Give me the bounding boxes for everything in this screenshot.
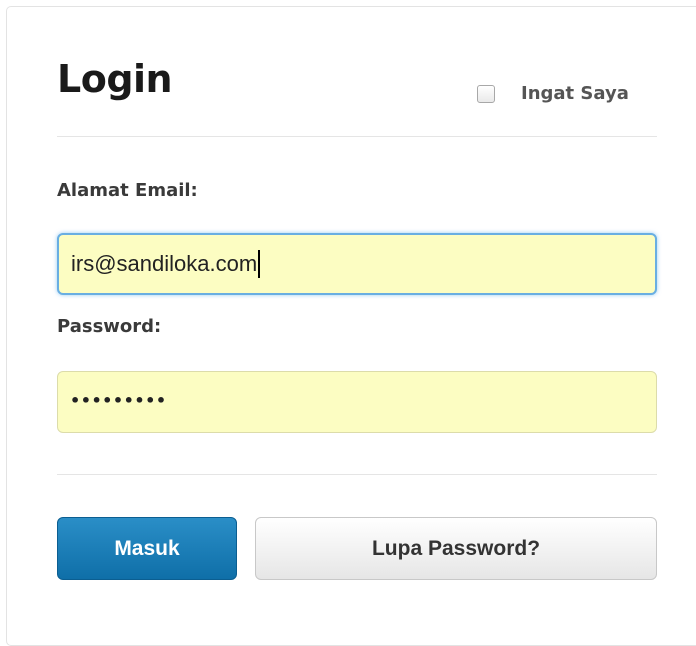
text-cursor [258,250,261,278]
form-divider [57,474,657,475]
password-field[interactable]: ••••••••• [57,371,657,433]
submit-button[interactable]: Masuk [57,517,237,580]
header-divider [57,136,657,137]
email-field[interactable]: irs@sandiloka.com [57,233,657,295]
forgot-password-button[interactable]: Lupa Password? [255,517,657,580]
email-field-value: irs@sandiloka.com [71,251,258,276]
page-title: Login [57,57,173,101]
remember-me-checkbox[interactable] [477,84,495,103]
password-field-value: ••••••••• [70,390,167,410]
email-label: Alamat Email: [57,180,198,201]
remember-me[interactable]: Ingat Saya [477,83,629,104]
password-label: Password: [57,316,162,337]
remember-me-label[interactable]: Ingat Saya [521,83,629,104]
